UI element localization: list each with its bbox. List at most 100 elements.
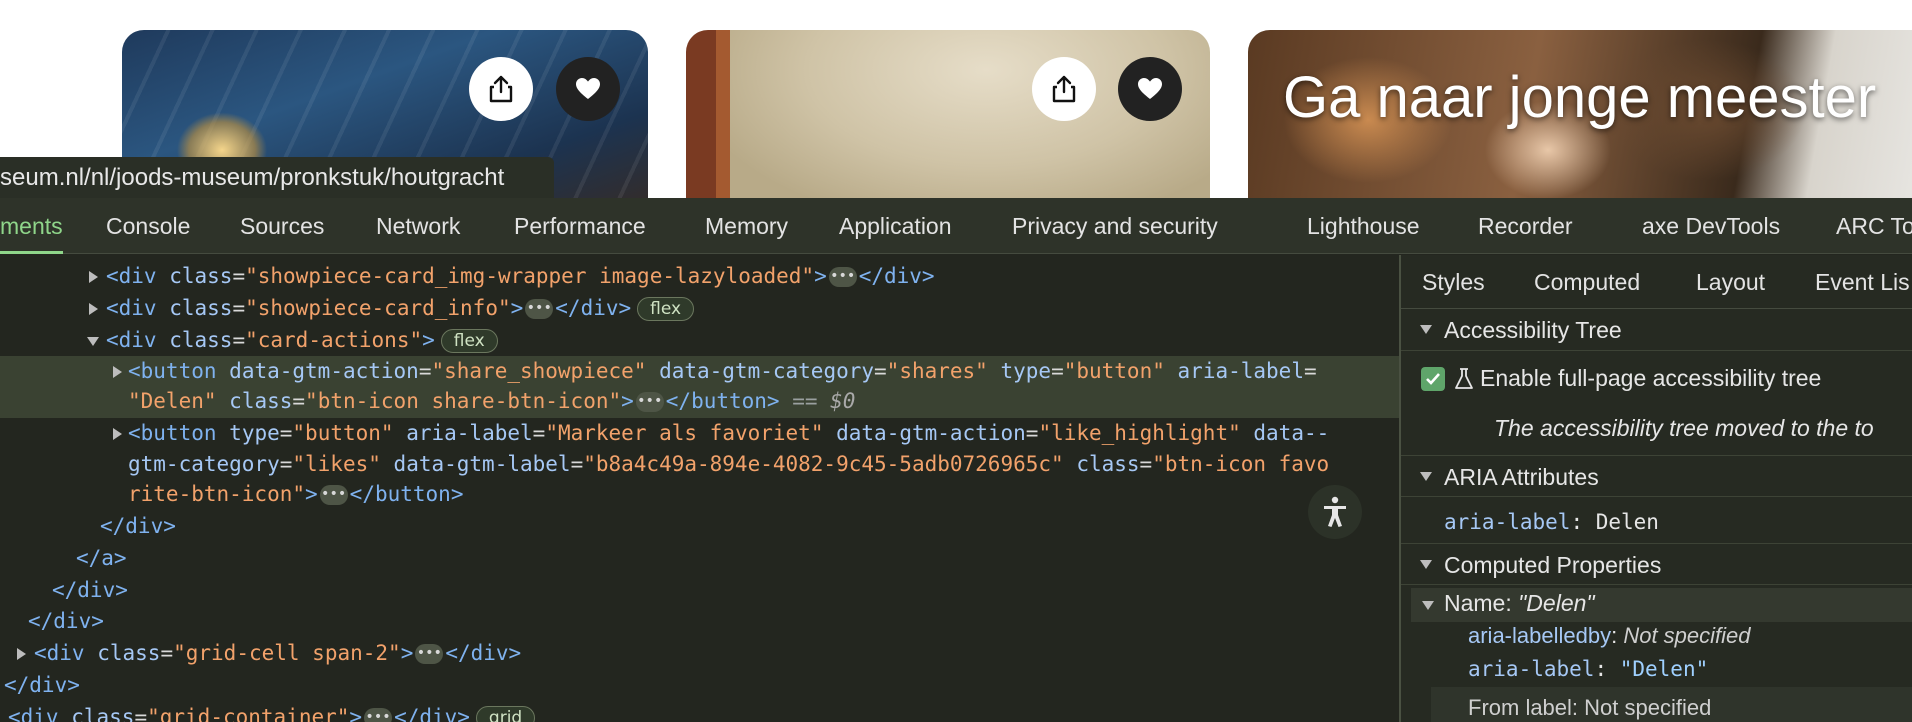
collapse-triangle-icon[interactable]: [1422, 601, 1434, 610]
property-key: Name:: [1444, 590, 1519, 616]
labelledby-row: aria-labelledby: Not specified: [1468, 623, 1751, 648]
flex-badge[interactable]: flex: [637, 297, 695, 321]
tab-layout[interactable]: Layout: [1696, 255, 1765, 309]
share-button[interactable]: [469, 57, 533, 121]
expand-triangle-icon[interactable]: [17, 648, 26, 660]
tag-name: <div: [8, 705, 59, 722]
tag-bracket: >: [349, 705, 363, 722]
closing-tag: </a>: [76, 546, 127, 570]
expand-triangle-icon[interactable]: [89, 271, 98, 283]
closing-tag: </div>: [100, 514, 176, 538]
tab-lighthouse[interactable]: Lighthouse: [1307, 198, 1420, 254]
attr-value: "grid-container": [147, 705, 350, 722]
ellipsis-badge[interactable]: •••: [319, 485, 348, 505]
showpiece-card-3[interactable]: Ga naar jonge meester: [1248, 30, 1912, 198]
section-title: Computed Properties: [1444, 552, 1662, 578]
tab-sources[interactable]: Sources: [240, 198, 324, 254]
enable-full-tree-checkbox[interactable]: [1421, 367, 1445, 391]
collapse-triangle-icon[interactable]: [87, 337, 99, 346]
closing-tag: </button>: [665, 389, 780, 413]
tag-bracket: >: [422, 328, 435, 352]
tag-name: <div: [106, 264, 157, 288]
tab-event-listeners[interactable]: Event Lis: [1815, 255, 1910, 309]
share-button[interactable]: [1032, 57, 1096, 121]
tab-axe-devtools[interactable]: axe DevTools: [1642, 198, 1780, 254]
attr-name: gtm-category: [128, 452, 280, 476]
closing-tag: </div>: [858, 264, 935, 288]
heart-icon: [1138, 78, 1162, 99]
collapse-triangle-icon: [1420, 472, 1432, 481]
attr-value: "showpiece-card_info": [245, 296, 511, 320]
ellipsis-badge[interactable]: •••: [415, 644, 444, 664]
label-row: aria-label: "Delen": [1468, 657, 1709, 681]
dom-node[interactable]: </div>: [52, 575, 128, 606]
attr-value: "button": [292, 421, 394, 445]
attr-value: "Markeer als favoriet": [545, 421, 824, 445]
enable-full-tree-label[interactable]: Enable full-page accessibility tree: [1480, 365, 1821, 392]
ellipsis-badge[interactable]: •••: [525, 299, 554, 319]
property-key: aria-labelledby: [1468, 623, 1612, 648]
computed-properties-section[interactable]: Computed Properties: [1401, 543, 1912, 585]
ellipsis-badge[interactable]: •••: [364, 708, 393, 722]
closing-tag: </div>: [4, 673, 80, 697]
elements-dom-tree: <div class="showpiece-card_img-wrapper i…: [0, 255, 1399, 722]
section-title: Accessibility Tree: [1444, 317, 1622, 343]
expand-triangle-icon[interactable]: [113, 366, 122, 378]
collapse-triangle-icon: [1420, 560, 1432, 569]
dom-node[interactable]: </div>: [100, 511, 176, 542]
attr-name: type: [229, 421, 280, 445]
attr-value: "showpiece-card_img-wrapper image-lazylo…: [245, 264, 815, 288]
card-title[interactable]: Ga naar jonge meester: [1283, 64, 1876, 131]
closing-tag: </div>: [28, 609, 104, 633]
tab-memory[interactable]: Memory: [705, 198, 788, 254]
tab-performance[interactable]: Performance: [514, 198, 646, 254]
closing-tag: </div>: [52, 578, 128, 602]
favorite-button[interactable]: [556, 57, 620, 121]
flex-badge[interactable]: flex: [440, 329, 498, 353]
tab-elements[interactable]: ments: [0, 198, 63, 254]
expand-triangle-icon[interactable]: [89, 303, 98, 315]
tab-privacy-security[interactable]: Privacy and security: [1012, 198, 1218, 254]
tab-computed[interactable]: Computed: [1534, 255, 1640, 309]
experiment-flask-icon: [1455, 368, 1473, 389]
closing-tag: </div>: [394, 705, 470, 722]
tree-moved-note: The accessibility tree moved to the to: [1494, 415, 1874, 441]
dom-node[interactable]: </div>: [4, 670, 80, 701]
aria-label-row: aria-label: Delen: [1444, 510, 1659, 534]
sidebar-tab-bar: Styles Computed Layout Event Lis: [1401, 255, 1912, 309]
tab-console[interactable]: Console: [106, 198, 190, 254]
tab-styles[interactable]: Styles: [1422, 255, 1485, 309]
sidebar-pane: Styles Computed Layout Event Lis Accessi…: [1401, 255, 1912, 722]
website-viewport: Ga naar jonge meester seum.nl/nl/joods-m…: [0, 0, 1912, 198]
tab-recorder[interactable]: Recorder: [1478, 198, 1573, 254]
dom-node[interactable]: </a>: [76, 543, 127, 574]
tab-network[interactable]: Network: [376, 198, 460, 254]
tag-bracket: >: [305, 482, 318, 506]
tag-bracket: >: [400, 641, 414, 665]
attr-name: class: [229, 389, 293, 413]
accessibility-tree-section[interactable]: Accessibility Tree: [1401, 309, 1912, 351]
partial-row-text: From label: Not specified: [1468, 695, 1712, 720]
aria-attributes-section[interactable]: ARIA Attributes: [1401, 455, 1912, 497]
attr-name: class: [169, 264, 233, 288]
grid-badge[interactable]: grid: [475, 706, 536, 722]
ellipsis-badge[interactable]: •••: [635, 392, 664, 412]
tag-bracket: >: [510, 296, 524, 320]
dom-node[interactable]: </div>: [28, 606, 104, 637]
attr-value: "share_showpiece": [431, 359, 647, 383]
accessibility-button[interactable]: [1308, 485, 1362, 539]
attr-name: class: [169, 296, 233, 320]
tab-arc-toolkit[interactable]: ARC To: [1836, 198, 1912, 254]
attr-value: "btn-icon share-btn-icon": [305, 389, 622, 413]
expand-triangle-icon[interactable]: [113, 428, 122, 440]
property-value: Delen: [1595, 510, 1659, 534]
favorite-button[interactable]: [1118, 57, 1182, 121]
selected-marker: ==: [779, 389, 831, 413]
attr-name: class: [169, 328, 233, 352]
property-key: aria-label: [1468, 657, 1595, 681]
ellipsis-badge[interactable]: •••: [828, 267, 857, 287]
attr-name: data-gtm-category: [659, 359, 875, 383]
attr-value: "like_highlight": [1038, 421, 1241, 445]
tab-application[interactable]: Application: [839, 198, 952, 254]
closing-tag: </button>: [349, 482, 464, 506]
